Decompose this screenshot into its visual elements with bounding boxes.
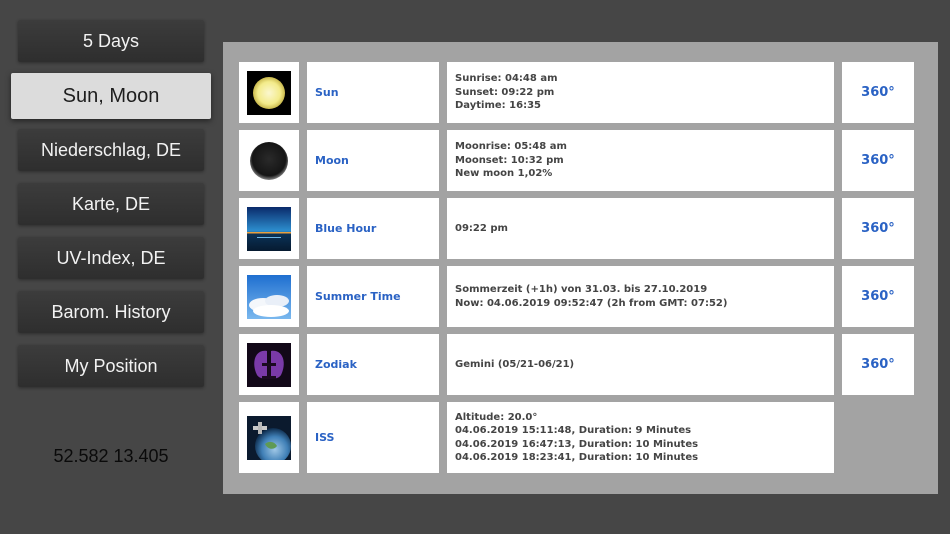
zodiac-gemini-icon [239,334,299,395]
row-info-zodiak: Gemini (05/21-06/21) [447,334,834,395]
row-name-summer-time[interactable]: Summer Time [307,266,439,327]
degree-button-sun[interactable]: 360° [842,62,914,123]
row-info-iss: Altitude: 20.0° 04.06.2019 15:11:48, Dur… [447,402,834,473]
position-coordinates: 52.582 13.405 [53,446,169,466]
row-info-summer-time: Sommerzeit (+1h) von 31.03. bis 27.10.20… [447,266,834,327]
sun-icon [239,62,299,123]
nav-item-karte[interactable]: Karte, DE [18,183,204,225]
row-info-sun: Sunrise: 04:48 am Sunset: 09:22 pm Dayti… [447,62,834,123]
table-row: ISS Altitude: 20.0° 04.06.2019 15:11:48,… [223,402,938,473]
degree-button-zodiak[interactable]: 360° [842,334,914,395]
nav-item-sun-moon[interactable]: Sun, Moon [11,73,211,119]
table-row: Zodiak Gemini (05/21-06/21) 360° [223,334,938,395]
table-row: Sun Sunrise: 04:48 am Sunset: 09:22 pm D… [223,62,938,123]
table-row: Summer Time Sommerzeit (+1h) von 31.03. … [223,266,938,327]
row-name-iss[interactable]: ISS [307,402,439,473]
row-name-moon[interactable]: Moon [307,130,439,191]
table-row: Moon Moonrise: 05:48 am Moonset: 10:32 p… [223,130,938,191]
nav-item-my-position[interactable]: My Position [18,345,204,387]
iss-icon [239,402,299,473]
nav-item-niederschlag[interactable]: Niederschlag, DE [18,129,204,171]
degree-button-blue-hour[interactable]: 360° [842,198,914,259]
degree-button-summer-time[interactable]: 360° [842,266,914,327]
nav-item-uv-index[interactable]: UV-Index, DE [18,237,204,279]
row-name-zodiak[interactable]: Zodiak [307,334,439,395]
degree-button-moon[interactable]: 360° [842,130,914,191]
sun-moon-panel: Sun Sunrise: 04:48 am Sunset: 09:22 pm D… [223,42,938,494]
row-name-sun[interactable]: Sun [307,62,439,123]
row-info-blue-hour: 09:22 pm [447,198,834,259]
summer-time-icon [239,266,299,327]
table-row: Blue Hour 09:22 pm 360° [223,198,938,259]
row-name-blue-hour[interactable]: Blue Hour [307,198,439,259]
nav-item-5-days[interactable]: 5 Days [18,20,204,62]
moon-icon [239,130,299,191]
row-info-moon: Moonrise: 05:48 am Moonset: 10:32 pm New… [447,130,834,191]
nav-item-barom-history[interactable]: Barom. History [18,291,204,333]
blue-hour-icon [239,198,299,259]
